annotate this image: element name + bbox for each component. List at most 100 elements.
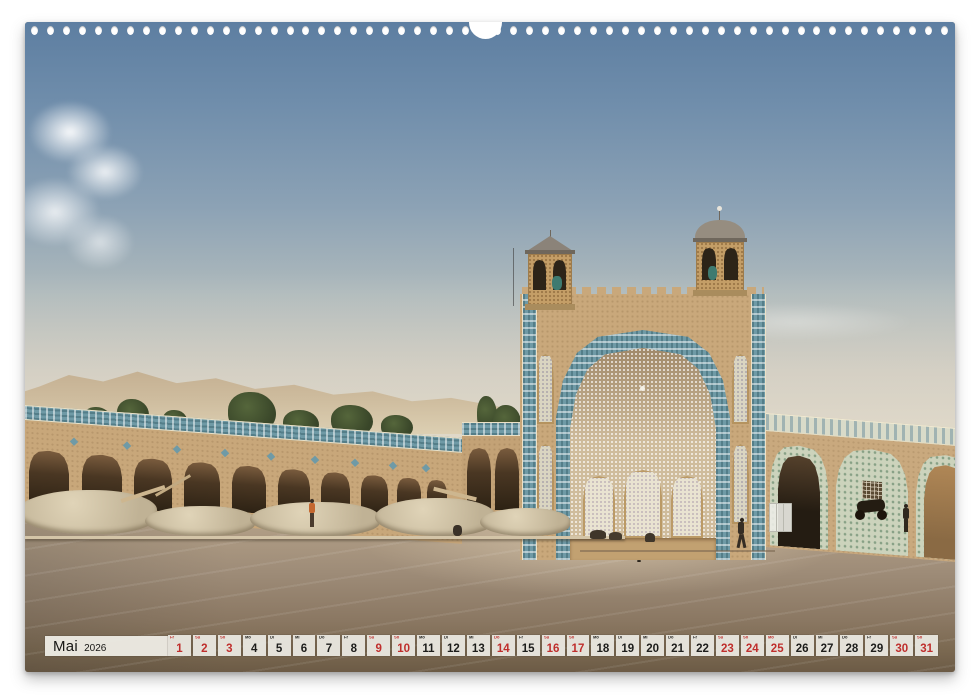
day-number: 16	[542, 640, 565, 656]
month-label: Mai	[53, 639, 78, 654]
weekday-label: Mi	[295, 636, 309, 639]
day-number: 19	[616, 640, 639, 656]
seated-person	[609, 532, 622, 540]
binder-hole	[366, 26, 373, 35]
binder-hole	[239, 26, 246, 35]
binder-hole	[398, 26, 405, 35]
arcade-arch	[778, 454, 820, 549]
product-image-stage: Mai 2026 Fr1Sa2So3Mo4Di5Mi6Do7Fr8Sa9So10…	[0, 0, 971, 700]
calendar-day-cell: Fr29	[865, 635, 888, 656]
tower-window	[533, 260, 546, 290]
binder-hole	[542, 26, 549, 35]
day-number: 18	[591, 640, 614, 656]
curb-line	[25, 536, 625, 539]
day-number: 5	[268, 640, 291, 656]
iwan-arch-interior	[570, 348, 716, 560]
binder-hole	[909, 26, 916, 35]
tile-diamond	[389, 461, 397, 469]
binder-hole	[877, 26, 884, 35]
calendar-day-cell: So24	[741, 635, 764, 656]
day-number: 21	[666, 640, 689, 656]
rubble-pile	[145, 506, 255, 536]
tile-diamond	[123, 441, 131, 449]
binder-hole	[382, 26, 389, 35]
day-number: 7	[317, 640, 340, 656]
calendar-day-cell: Do28	[840, 635, 863, 656]
calendar-day-cell: Do7	[317, 635, 340, 656]
tile-diamond	[173, 445, 181, 453]
weekday-label: Mi	[469, 636, 483, 639]
binder-hole	[750, 26, 757, 35]
calendar-day-cell: Do21	[666, 635, 689, 656]
tower-finial	[550, 230, 551, 237]
day-number: 13	[467, 640, 490, 656]
calendar-day-cell: Sa23	[716, 635, 739, 656]
seated-person	[590, 530, 606, 539]
tile-diamond	[311, 456, 319, 464]
day-number: 31	[915, 640, 938, 656]
calendar-day-cell: Di19	[616, 635, 639, 656]
arcade-arch	[495, 448, 519, 510]
weekday-label: Sa	[892, 636, 906, 639]
calendar-day-cell: Sa2	[193, 635, 216, 656]
weekday-label: So	[394, 636, 408, 639]
day-number: 12	[442, 640, 465, 656]
tower-tile-accent	[552, 276, 562, 290]
binder-hole	[47, 26, 54, 35]
weekday-label: So	[743, 636, 757, 639]
binder-hole	[622, 26, 629, 35]
weekday-label: Do	[494, 636, 508, 639]
day-number: 26	[791, 640, 814, 656]
binder-hole	[718, 26, 725, 35]
weekday-label: Di	[270, 636, 284, 639]
calendar-day-cell: Mo25	[766, 635, 789, 656]
person-standing-right	[902, 504, 910, 532]
day-number: 28	[840, 640, 863, 656]
arcade-arch-border	[770, 443, 828, 550]
binder-hole	[414, 26, 421, 35]
day-number: 14	[492, 640, 515, 656]
binder-hole	[941, 26, 948, 35]
binder-hole	[925, 26, 932, 35]
arcade-arch-border	[916, 453, 955, 562]
tower-tile-accent	[708, 266, 717, 280]
binder-hole	[191, 26, 198, 35]
binder-hole	[143, 26, 150, 35]
binder-hole	[798, 26, 805, 35]
facade-niche	[732, 354, 749, 424]
tower-base	[525, 304, 575, 310]
calendar-day-cell: So31	[915, 635, 938, 656]
tile-diamond	[221, 449, 229, 457]
day-number: 6	[293, 640, 316, 656]
day-number: 25	[766, 640, 789, 656]
facade-niche	[537, 354, 554, 424]
tile-diamond	[351, 459, 359, 467]
cloud	[25, 62, 210, 282]
day-number: 10	[392, 640, 415, 656]
weekday-label: Sa	[544, 636, 558, 639]
weekday-label: Mi	[818, 636, 832, 639]
calendar-day-cell: Fr22	[691, 635, 714, 656]
binder-hole	[430, 26, 437, 35]
arcade-arch	[924, 463, 955, 560]
day-number: 15	[517, 640, 540, 656]
binder-hole	[893, 26, 900, 35]
calendar-day-cell: Mo11	[417, 635, 440, 656]
rubble-pile	[480, 508, 570, 536]
calendar-page: Mai 2026 Fr1Sa2So3Mo4Di5Mi6Do7Fr8Sa9So10…	[25, 22, 955, 672]
binder-hole	[223, 26, 230, 35]
year-label: 2026	[84, 643, 106, 654]
white-rack	[769, 503, 792, 532]
weekday-label: Di	[444, 636, 458, 639]
day-number: 2	[193, 640, 216, 656]
binder-hole	[782, 26, 789, 35]
calendar-day-cell: Do14	[492, 635, 515, 656]
binder-hole	[287, 26, 294, 35]
calendar-day-cell: Fr15	[517, 635, 540, 656]
day-number: 23	[716, 640, 739, 656]
calendar-day-cell: Di26	[791, 635, 814, 656]
month-box: Mai 2026	[45, 636, 168, 656]
binder-hole	[654, 26, 661, 35]
binder-hole	[446, 26, 453, 35]
calendar-day-cell: So3	[218, 635, 241, 656]
